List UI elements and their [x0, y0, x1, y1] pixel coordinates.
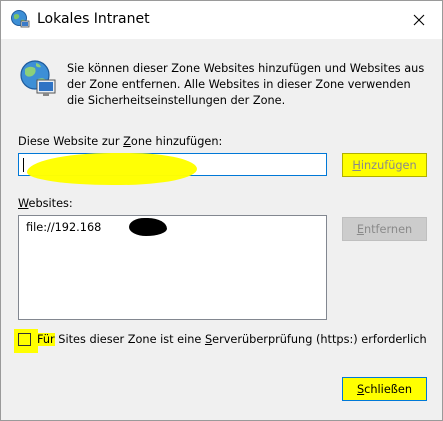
zone-description: Sie können dieser Zone Websites hinzufüg… [67, 62, 425, 107]
globe-network-icon [10, 9, 30, 29]
add-button[interactable]: Hinzufügen [342, 153, 427, 177]
list-item[interactable]: file://192.168 [26, 218, 167, 236]
websites-label: Websites: [18, 197, 73, 210]
remove-button[interactable]: Entfernen [342, 217, 427, 241]
close-window-button[interactable] [396, 1, 442, 39]
text-caret [23, 158, 24, 172]
https-checkbox[interactable] [18, 333, 31, 346]
https-checkbox-label[interactable]: Für Sites dieser Zone ist eine Serverübe… [37, 333, 427, 346]
close-button[interactable]: Schließen [342, 377, 427, 401]
window-title: Lokales Intranet [37, 11, 150, 27]
add-site-label: Diese Website zur Zone hinzufügen: [18, 135, 223, 148]
websites-list[interactable]: file://192.168 [18, 215, 327, 320]
dialog-window: Lokales Intranet Sie können dieser Zone … [0, 0, 443, 421]
close-icon [413, 11, 425, 30]
globe-computer-icon [18, 59, 58, 99]
redaction-mark [129, 218, 167, 236]
title-bar: Lokales Intranet [1, 1, 442, 39]
highlight-annotation [27, 153, 197, 185]
